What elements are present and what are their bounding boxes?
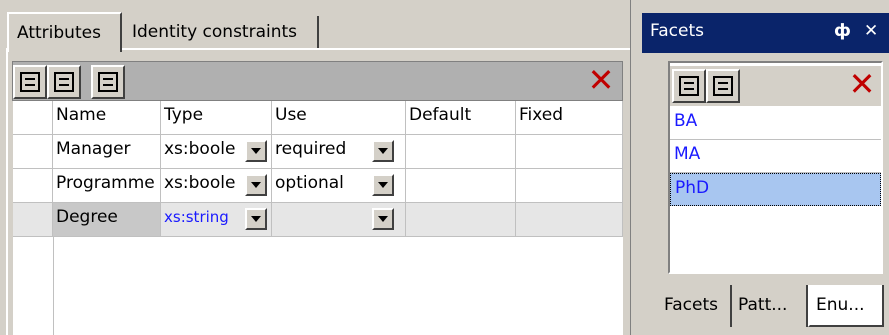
grid-header-row: Name Type Use Default Fixed (13, 101, 623, 135)
column-header-default[interactable]: Default (406, 101, 516, 134)
tab-enumerations[interactable]: Enu... (808, 285, 884, 327)
sort-button[interactable] (91, 65, 125, 99)
enumeration-item[interactable]: MA (670, 140, 881, 173)
insert-row-icon (54, 72, 74, 92)
attribute-default-cell[interactable] (406, 203, 516, 236)
attribute-use-value: required (275, 139, 347, 159)
delete-enumeration-button[interactable]: ✕ (847, 68, 877, 103)
facets-window-title: Facets (650, 21, 704, 41)
type-dropdown-button[interactable] (245, 174, 267, 196)
pin-icon[interactable]: ф (834, 21, 851, 41)
append-enumeration-button[interactable] (672, 69, 706, 103)
attribute-type-value: xs:boole (164, 173, 236, 193)
attribute-type-cell[interactable]: xs:string (161, 203, 272, 236)
append-row-icon (20, 72, 40, 92)
row-selector-header (13, 101, 53, 134)
column-header-fixed[interactable]: Fixed (516, 101, 623, 134)
tab-facets[interactable]: Facets (658, 285, 732, 327)
attribute-name-cell[interactable]: Degree (53, 203, 161, 236)
close-icon[interactable]: ✕ (864, 21, 878, 41)
row-selector-divider (53, 237, 54, 335)
attribute-type-value: xs:boole (164, 139, 236, 159)
delete-attribute-button[interactable]: ✕ (586, 64, 616, 99)
insert-row-icon (713, 76, 733, 96)
enumeration-item-selected[interactable]: PhD (670, 173, 881, 206)
attribute-name-cell[interactable]: Manager (53, 135, 161, 168)
tab-attributes-label: Attributes (17, 23, 101, 43)
attribute-fixed-cell[interactable] (516, 135, 623, 168)
use-dropdown-button[interactable] (372, 174, 394, 196)
insert-row-button[interactable] (47, 65, 81, 99)
enumerations-toolbar: ✕ (670, 66, 881, 106)
tab-attributes[interactable]: Attributes (7, 12, 122, 52)
delete-x-icon: ✕ (848, 65, 876, 103)
table-row-selected[interactable]: Degree xs:string (13, 203, 623, 237)
table-row[interactable]: Programme xs:boole optional (13, 169, 623, 203)
row-selector[interactable] (13, 203, 53, 236)
insert-enumeration-button[interactable] (706, 69, 740, 103)
enumeration-item[interactable]: BA (670, 107, 881, 140)
attribute-fixed-cell[interactable] (516, 203, 623, 236)
attribute-type-value: xs:string (164, 208, 229, 226)
attribute-fixed-cell[interactable] (516, 169, 623, 202)
use-dropdown-button[interactable] (372, 140, 394, 162)
append-row-icon (679, 76, 699, 96)
attribute-use-value: optional (275, 173, 344, 193)
column-header-type[interactable]: Type (161, 101, 272, 134)
column-header-use[interactable]: Use (272, 101, 406, 134)
table-row[interactable]: Manager xs:boole required (13, 135, 623, 169)
tab-identity-constraints-label: Identity constraints (132, 22, 298, 42)
attribute-use-cell[interactable]: required (272, 135, 406, 168)
attribute-type-cell[interactable]: xs:boole (161, 135, 272, 168)
use-dropdown-button[interactable] (372, 208, 394, 230)
attribute-name-cell[interactable]: Programme (53, 169, 161, 202)
append-row-button[interactable] (13, 65, 47, 99)
tab-patterns[interactable]: Patt... (732, 285, 808, 327)
row-selector[interactable] (13, 169, 53, 202)
panel-splitter[interactable] (630, 0, 640, 335)
attribute-default-cell[interactable] (406, 169, 516, 202)
type-dropdown-button[interactable] (245, 140, 267, 162)
row-selector[interactable] (13, 135, 53, 168)
type-dropdown-button[interactable] (245, 208, 267, 230)
column-header-name[interactable]: Name (53, 101, 161, 134)
delete-x-icon: ✕ (587, 61, 615, 99)
attributes-toolbar: ✕ (12, 61, 623, 101)
attribute-type-cell[interactable]: xs:boole (161, 169, 272, 202)
attributes-grid: Name Type Use Default Fixed Manager xs:b… (13, 101, 623, 335)
attribute-use-cell[interactable]: optional (272, 169, 406, 202)
facets-titlebar: Facets ф ✕ (642, 13, 889, 53)
attribute-use-cell[interactable] (272, 203, 406, 236)
tab-identity-constraints[interactable]: Identity constraints (124, 16, 319, 49)
attribute-default-cell[interactable] (406, 135, 516, 168)
sort-icon (98, 72, 118, 92)
